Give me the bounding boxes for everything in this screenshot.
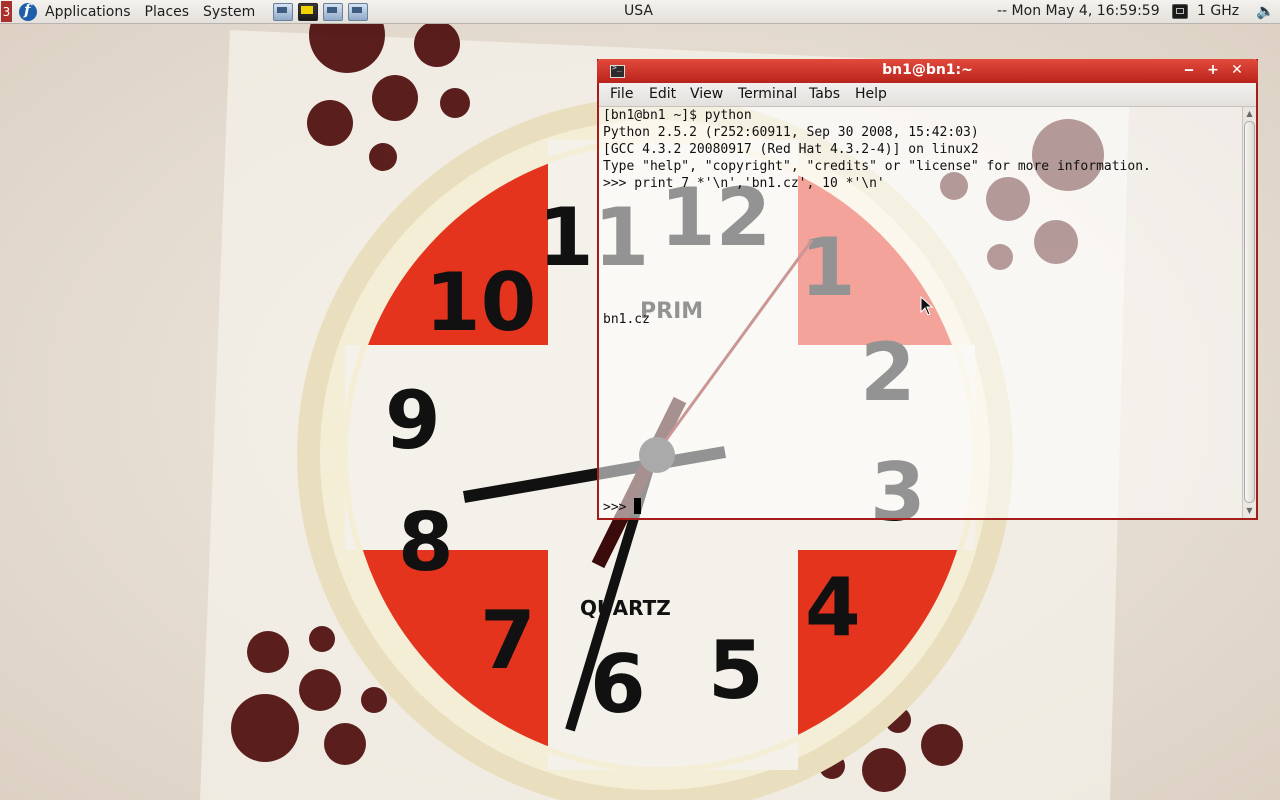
mouse-pointer-icon: [920, 296, 934, 316]
svg-text:4: 4: [805, 561, 861, 654]
terminal-line: [bn1@bn1 ~]$ python: [603, 108, 752, 123]
terminal-line: Python 2.5.2 (r252:60911, Sep 30 2008, 1…: [603, 125, 979, 140]
volume-icon[interactable]: 🔈: [1256, 2, 1275, 20]
svg-text:5: 5: [708, 624, 764, 717]
svg-text:9: 9: [385, 374, 441, 467]
svg-text:7: 7: [480, 594, 536, 687]
terminal-line: >>> print 7 *'\n','bn1.cz', 10 *'\n': [603, 176, 885, 191]
scroll-thumb[interactable]: [1244, 121, 1255, 503]
terminal-prompt: >>>: [603, 500, 635, 515]
terminal-scrollbar[interactable]: ▲ ▼: [1242, 107, 1256, 518]
svg-text:10: 10: [425, 256, 536, 349]
location-label[interactable]: USA: [624, 3, 653, 19]
panel-clock[interactable]: -- Mon May 4, 16:59:59: [997, 3, 1160, 19]
network-config-icon[interactable]: [323, 2, 344, 21]
launcher-group: [273, 2, 373, 21]
menu-places[interactable]: Places: [145, 4, 190, 20]
menu-file[interactable]: File: [610, 86, 633, 102]
menu-help[interactable]: Help: [855, 86, 887, 102]
workspace-indicator[interactable]: 3: [1, 1, 12, 22]
top-panel: 3 Applications Places System USA -- Mon …: [0, 0, 1280, 24]
cpu-frequency-label[interactable]: 1 GHz: [1197, 3, 1239, 19]
window-menubar: File Edit View Terminal Tabs Help: [599, 83, 1256, 107]
window-titlebar[interactable]: bn1@bn1:~ ‒ + ✕: [597, 59, 1258, 83]
menu-edit[interactable]: Edit: [649, 86, 676, 102]
terminal-text: [bn1@bn1 ~]$ python Python 2.5.2 (r252:60…: [603, 107, 1151, 515]
close-button[interactable]: ✕: [1227, 62, 1247, 78]
svg-text:8: 8: [398, 496, 454, 589]
menu-view[interactable]: View: [690, 86, 723, 102]
terminal-window: bn1@bn1:~ ‒ + ✕ File Edit View Terminal …: [597, 59, 1258, 520]
terminal-line: [GCC 4.3.2 20080917 (Red Hat 4.3.2-4)] o…: [603, 142, 979, 157]
scroll-down-icon[interactable]: ▼: [1244, 506, 1255, 516]
minimize-button[interactable]: ‒: [1179, 62, 1199, 78]
terminal-line: bn1.cz: [603, 312, 650, 327]
svg-text:QUARTZ: QUARTZ: [580, 596, 671, 620]
terminal-line: Type "help", "copyright", "credits" or "…: [603, 159, 1151, 174]
system-monitor-icon[interactable]: [298, 2, 319, 21]
window-title: bn1@bn1:~: [882, 62, 973, 78]
text-cursor: [634, 498, 642, 514]
screen-capture-icon[interactable]: [273, 2, 294, 21]
fedora-logo-icon[interactable]: [19, 2, 37, 21]
maximize-button[interactable]: +: [1203, 62, 1223, 78]
menu-applications[interactable]: Applications: [45, 4, 131, 20]
menu-tabs[interactable]: Tabs: [809, 86, 840, 102]
remote-desktop-icon[interactable]: [348, 2, 369, 21]
cpu-frequency-icon[interactable]: [1172, 4, 1188, 19]
menu-terminal[interactable]: Terminal: [738, 86, 797, 102]
terminal-prompt-line: >>>: [603, 498, 1151, 515]
scroll-up-icon[interactable]: ▲: [1244, 109, 1255, 119]
menu-system[interactable]: System: [203, 4, 255, 20]
